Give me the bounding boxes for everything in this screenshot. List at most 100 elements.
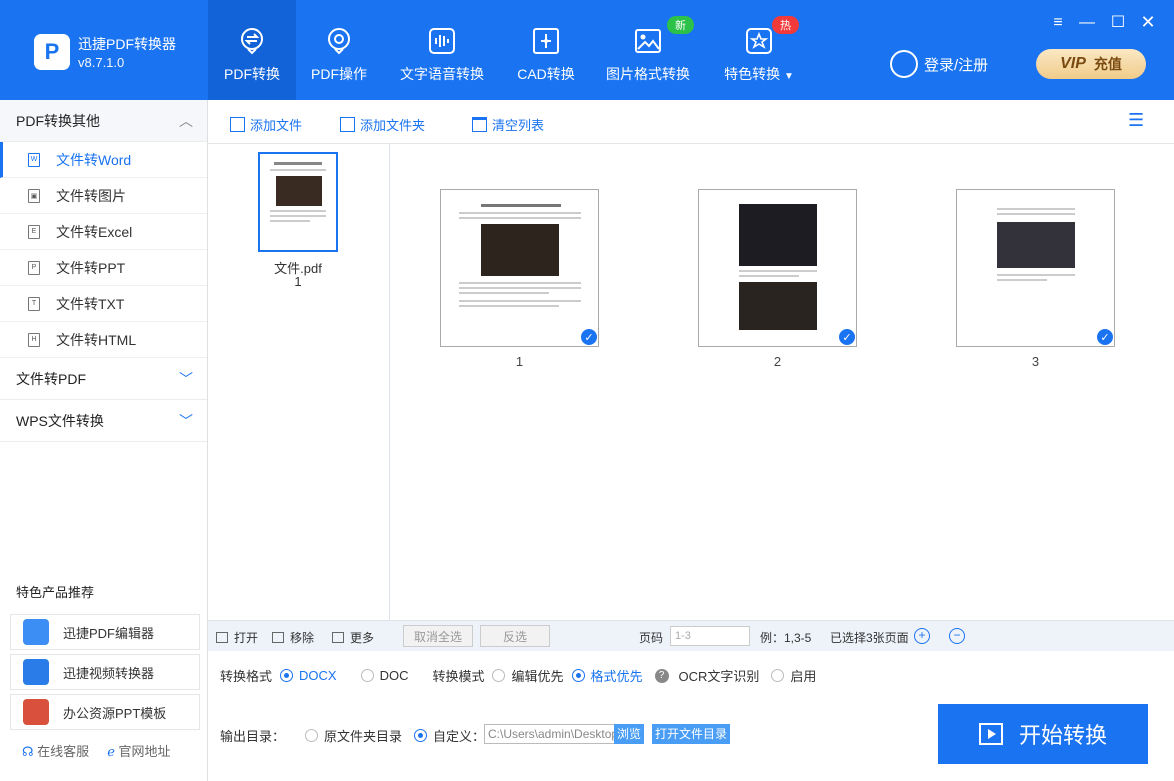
- mode-label: 转换模式: [432, 669, 485, 684]
- format-first-radio[interactable]: [571, 669, 585, 682]
- txt-file-icon: T: [28, 296, 40, 311]
- app-logo: P: [34, 34, 70, 70]
- sidebar-section-to-pdf[interactable]: 文件转PDF ﹀: [0, 358, 207, 400]
- image-icon: [635, 29, 661, 53]
- image-file-icon: ▣: [28, 188, 40, 203]
- sidebar-item-label: 文件转HTML: [56, 331, 137, 348]
- more-icon: [332, 632, 344, 643]
- tab-pdf-convert[interactable]: PDF转换: [208, 0, 296, 100]
- page-thumbnail-2[interactable]: ✓: [698, 189, 857, 347]
- sidebar-item-label: 文件转TXT: [56, 295, 125, 312]
- conversion-options: 转换格式 DOCX DOC 转换模式 编辑优先 格式优先 ? OCR文字识别 启…: [208, 651, 1174, 781]
- recommend-video-converter[interactable]: 迅捷视频转换器: [10, 654, 200, 690]
- ocr-enable-checkbox[interactable]: [771, 669, 785, 682]
- app-name: 迅捷PDF转换器: [78, 36, 176, 52]
- clear-list-label: 清空列表: [492, 118, 545, 133]
- vip-recharge-button[interactable]: VIP 充值: [1036, 49, 1146, 79]
- sidebar-item-to-excel[interactable]: E 文件转Excel: [0, 214, 207, 250]
- zoom-in-icon[interactable]: +: [914, 628, 930, 644]
- online-service-link[interactable]: ☊ 在线客服: [22, 741, 89, 760]
- add-file-label: 添加文件: [250, 118, 303, 133]
- tab-label: 文字语音转换: [400, 66, 484, 82]
- video-converter-icon: [23, 659, 49, 685]
- file-thumbnail[interactable]: [258, 152, 338, 252]
- edit-first-radio[interactable]: [492, 669, 506, 682]
- recommend-ppt-templates[interactable]: 办公资源PPT模板: [10, 694, 200, 730]
- help-icon[interactable]: ?: [654, 668, 669, 683]
- recommend-label: 迅捷PDF编辑器: [63, 625, 155, 641]
- original-dir-label: 原文件夹目录: [324, 729, 403, 744]
- browse-button[interactable]: 浏览: [614, 724, 645, 744]
- tab-cad[interactable]: CAD转换: [508, 0, 584, 100]
- format-label: 转换格式: [220, 669, 273, 684]
- website-link[interactable]: ℯ 官网地址: [107, 741, 170, 760]
- app-version: v8.7.1.0: [78, 55, 125, 70]
- sidebar-item-label: 文件转图片: [56, 187, 126, 204]
- doc-radio[interactable]: [360, 669, 374, 682]
- open-button[interactable]: 打开: [216, 629, 258, 646]
- open-output-dir-button[interactable]: 打开文件目录: [652, 724, 731, 744]
- vip-label: VIP: [1060, 55, 1086, 72]
- minimize-icon[interactable]: —: [1079, 14, 1095, 32]
- page-check-icon[interactable]: ✓: [839, 329, 855, 345]
- deselect-all-button[interactable]: 取消全选: [403, 625, 473, 647]
- recommend-pdf-editor[interactable]: 迅捷PDF编辑器: [10, 614, 200, 650]
- tab-label: 特色转换 ▼: [724, 66, 794, 82]
- more-label: 更多: [350, 631, 375, 645]
- add-folder-button[interactable]: 添加文件夹: [340, 115, 425, 134]
- page-thumbnail-3[interactable]: ✓: [956, 189, 1115, 347]
- clear-list-button[interactable]: 清空列表: [472, 115, 544, 134]
- tab-label: PDF操作: [311, 66, 367, 82]
- file-page-count: 1: [294, 274, 302, 289]
- login-button[interactable]: 登录/注册: [890, 50, 988, 78]
- sidebar-section-wps[interactable]: WPS文件转换 ﹀: [0, 400, 207, 442]
- remove-button[interactable]: 移除: [272, 629, 314, 646]
- audio-wave-icon: [429, 28, 455, 54]
- more-button[interactable]: 更多: [332, 629, 374, 646]
- sidebar-item-label: 文件转Word: [56, 151, 132, 168]
- ppt-template-icon: [23, 699, 49, 725]
- tab-special-convert[interactable]: 特色转换 ▼: [712, 0, 806, 100]
- list-view-icon[interactable]: ☰: [1128, 110, 1144, 131]
- recommend-label: 迅捷视频转换器: [63, 665, 155, 681]
- start-convert-button[interactable]: 开始转换: [938, 704, 1148, 764]
- ocr-enable-label: 启用: [790, 669, 817, 684]
- pdf-editor-icon: [23, 619, 49, 645]
- tab-image-format[interactable]: 图片格式转换: [598, 0, 698, 100]
- sidebar-item-to-txt[interactable]: T 文件转TXT: [0, 286, 207, 322]
- sidebar-item-to-word[interactable]: W 文件转Word: [0, 142, 207, 178]
- maximize-icon[interactable]: ☐: [1110, 12, 1126, 32]
- page-thumbnail-1[interactable]: ✓: [440, 189, 599, 347]
- tab-pdf-operate[interactable]: PDF操作: [296, 0, 382, 100]
- custom-dir-radio[interactable]: [414, 729, 428, 742]
- docx-radio[interactable]: [280, 669, 294, 682]
- add-file-button[interactable]: 添加文件: [230, 115, 302, 134]
- pdf-convert-icon: [241, 28, 263, 55]
- edit-first-label: 编辑优先: [511, 669, 564, 684]
- add-folder-label: 添加文件夹: [360, 118, 426, 133]
- sidebar-item-to-html[interactable]: H 文件转HTML: [0, 322, 207, 358]
- excel-file-icon: E: [28, 224, 40, 239]
- page-check-icon[interactable]: ✓: [581, 329, 597, 345]
- sidebar-item-to-image[interactable]: ▣ 文件转图片: [0, 178, 207, 214]
- page-check-icon[interactable]: ✓: [1097, 329, 1113, 345]
- add-file-icon: [230, 117, 245, 132]
- add-folder-icon: [340, 117, 355, 132]
- menu-icon[interactable]: ≡: [1050, 14, 1066, 32]
- page-number: 2: [773, 354, 782, 369]
- dropdown-caret-icon: ▼: [783, 71, 794, 82]
- original-dir-radio[interactable]: [305, 729, 319, 742]
- sidebar-section-pdf-other[interactable]: PDF转换其他 ︿: [0, 100, 207, 142]
- close-icon[interactable]: ✕: [1140, 12, 1156, 33]
- chevron-down-icon: ﹀: [179, 370, 193, 387]
- headset-icon: ☊: [22, 744, 34, 759]
- start-label: 开始转换: [1018, 723, 1107, 748]
- tab-text-speech[interactable]: 文字语音转换: [388, 0, 496, 100]
- page-range-input[interactable]: 1-3: [670, 626, 750, 646]
- trash-icon: [472, 117, 487, 132]
- cad-icon: [533, 28, 559, 54]
- zoom-out-icon[interactable]: −: [949, 628, 965, 644]
- ppt-file-icon: P: [28, 260, 40, 275]
- invert-selection-button[interactable]: 反选: [480, 625, 550, 647]
- sidebar-item-to-ppt[interactable]: P 文件转PPT: [0, 250, 207, 286]
